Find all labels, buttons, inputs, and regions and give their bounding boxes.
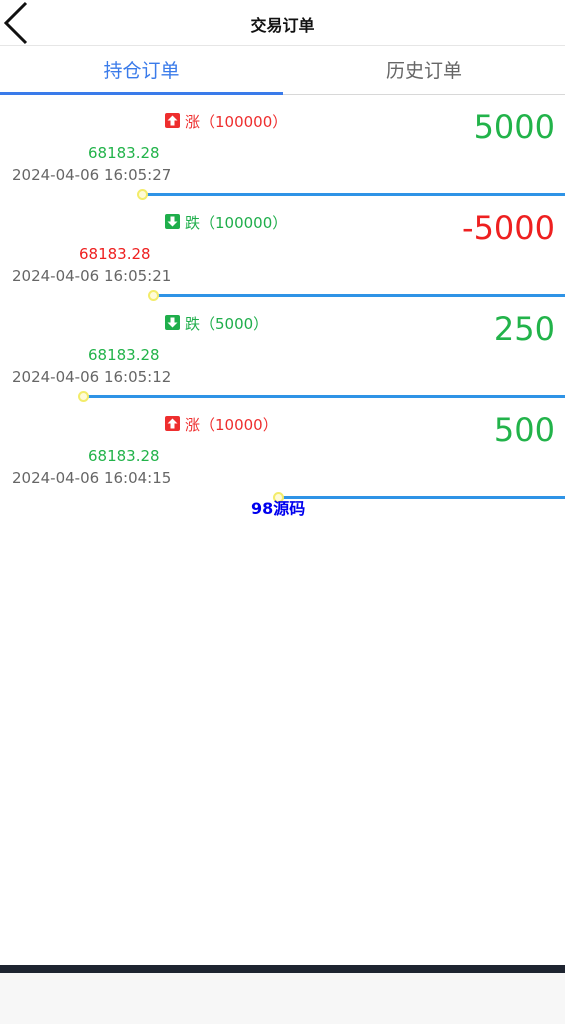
arrow-down-icon [165, 214, 180, 229]
arrow-up-icon [165, 113, 180, 128]
progress-dot [78, 391, 89, 402]
watermark: 98源码 [251, 499, 306, 518]
direction-label: 跌（100000） [165, 213, 287, 233]
direction-text: 涨（10000） [185, 416, 278, 434]
order-amount: 500 [493, 411, 555, 449]
order-time: 2024-04-06 16:05:21 [12, 267, 172, 285]
order-amount: -5000 [462, 209, 555, 247]
tab-open-orders[interactable]: 持仓订单 [0, 47, 283, 95]
direction-text: 跌（5000） [185, 315, 269, 333]
order-time: 2024-04-06 16:05:27 [12, 166, 172, 184]
active-tab-indicator [0, 92, 283, 95]
order-tabs: 持仓订单 历史订单 [0, 47, 565, 95]
order-price: 68183.28 [88, 447, 160, 465]
order-price: 68183.28 [88, 346, 160, 364]
arrow-down-icon [165, 315, 180, 330]
progress-dot [137, 189, 148, 200]
order-time: 2024-04-06 16:04:15 [12, 469, 172, 487]
progress-line [278, 496, 565, 499]
bottom-divider [0, 965, 565, 973]
order-amount: 5000 [473, 108, 555, 146]
direction-text: 跌（100000） [185, 214, 288, 232]
arrow-up-icon [165, 416, 180, 431]
progress-line [84, 395, 565, 398]
order-item[interactable]: 跌（100000） -5000 68183.28 2024-04-06 16:0… [0, 202, 565, 303]
direction-label: 跌（5000） [165, 314, 268, 334]
order-item[interactable]: 涨（10000） 500 68183.28 2024-04-06 16:04:1… [0, 404, 565, 505]
order-amount: 250 [493, 310, 555, 348]
bottom-area [0, 973, 565, 1024]
progress-line [154, 294, 565, 297]
progress-line [142, 193, 565, 196]
order-price: 68183.28 [79, 245, 151, 263]
direction-text: 涨（100000） [185, 113, 288, 131]
order-time: 2024-04-06 16:05:12 [12, 368, 172, 386]
tab-history-orders[interactable]: 历史订单 [283, 47, 565, 95]
order-price: 68183.28 [88, 144, 160, 162]
header-bar: 交易订单 [0, 0, 565, 46]
page-title: 交易订单 [250, 16, 315, 35]
order-item[interactable]: 涨（100000） 5000 68183.28 2024-04-06 16:05… [0, 101, 565, 202]
order-item[interactable]: 跌（5000） 250 68183.28 2024-04-06 16:05:12 [0, 303, 565, 404]
direction-label: 涨（10000） [165, 415, 278, 435]
progress-dot [148, 290, 159, 301]
direction-label: 涨（100000） [165, 112, 287, 132]
